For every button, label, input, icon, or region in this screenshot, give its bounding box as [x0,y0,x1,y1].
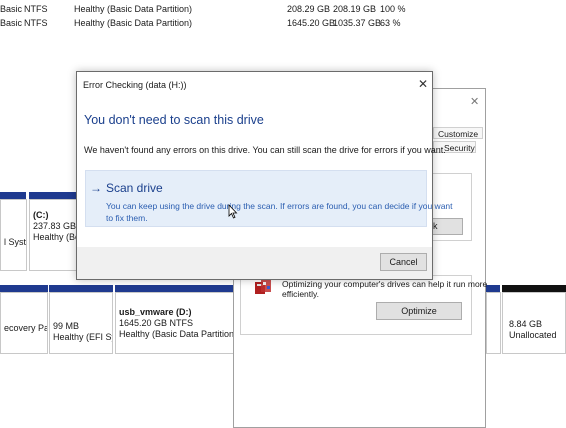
volume-percent: 63 % [380,18,401,28]
volume-row[interactable]: Basic NTFS Healthy (Basic Data Partition… [0,3,566,15]
disk1-efi-partition[interactable]: 99 MB Healthy (EFI Sys [49,292,113,354]
defrag-icon [254,279,272,297]
volume-row[interactable]: Basic NTFS Healthy (Basic Data Partition… [0,17,566,29]
partition-stripe [115,285,235,292]
partition-status: Unallocated [509,330,557,340]
scan-drive-title: Scan drive [106,181,163,195]
dialog-footer: Cancel [77,247,432,279]
disk1-unallocated[interactable]: 8.84 GB Unallocated [502,292,566,354]
partition-label: ecovery Partit [4,323,47,333]
volume-status: Healthy (Basic Data Partition) [74,18,193,28]
partition-size: 99 MB [53,321,80,331]
volume-capacity: 208.29 GB [287,4,331,14]
disk1-recovery-partition[interactable]: ecovery Partit [0,292,48,354]
error-checking-dialog[interactable]: Error Checking (data (H:)) ✕ You don't n… [76,71,453,280]
unallocated-stripe [502,285,566,292]
scan-drive-command-link[interactable]: → Scan drive You can keep using the driv… [85,170,453,227]
partition-status: Healthy (EFI Sys [53,332,112,342]
volume-capacity: 1645.20 GB [287,18,336,28]
cursor-icon [228,203,238,220]
volume-free: 1035.37 GB [333,18,382,28]
partition-size: 8.84 GB [509,319,543,329]
volume-free: 208.19 GB [333,4,377,14]
volume-type: Basic [0,4,23,14]
cancel-button[interactable]: Cancel [380,253,427,271]
dialog-heading: You don't need to scan this drive [84,113,264,127]
dialog-message: We haven't found any errors on this driv… [84,145,446,155]
arrow-right-icon: → [90,181,102,195]
partition-stripe [486,285,500,292]
disk1-d-partition[interactable]: usb_vmware (D:) 1645.20 GB NTFS Healthy … [115,292,235,354]
scan-drive-description: You can keep using the drive during the … [106,201,453,223]
partition-label: l Syste [4,237,27,247]
volume-fs: NTFS [24,4,48,14]
tab-customize[interactable]: Customize [433,127,484,139]
partition-stripe [0,192,26,199]
volume-fs: NTFS [24,18,48,28]
dialog-title: Error Checking (data (H:)) [83,80,187,90]
partition-title: usb_vmware (D:) [119,307,192,317]
close-icon[interactable]: ✕ [470,95,479,108]
disk0-system-partition[interactable]: l Syste [0,199,27,271]
disk1-partition-sliver[interactable] [486,292,501,354]
optimize-button[interactable]: Optimize [376,302,462,320]
partition-stripe [0,285,48,292]
volume-type: Basic [0,18,23,28]
optimize-description: Optimizing your computer's drives can he… [282,279,488,299]
volume-status: Healthy (Basic Data Partition) [74,4,193,14]
volume-percent: 100 % [380,4,406,14]
close-icon[interactable]: ✕ [418,77,428,91]
partition-size: 1645.20 GB NTFS [119,318,194,328]
partition-status: Healthy (Basic Data Partition) [119,329,235,339]
partition-stripe [49,285,113,292]
